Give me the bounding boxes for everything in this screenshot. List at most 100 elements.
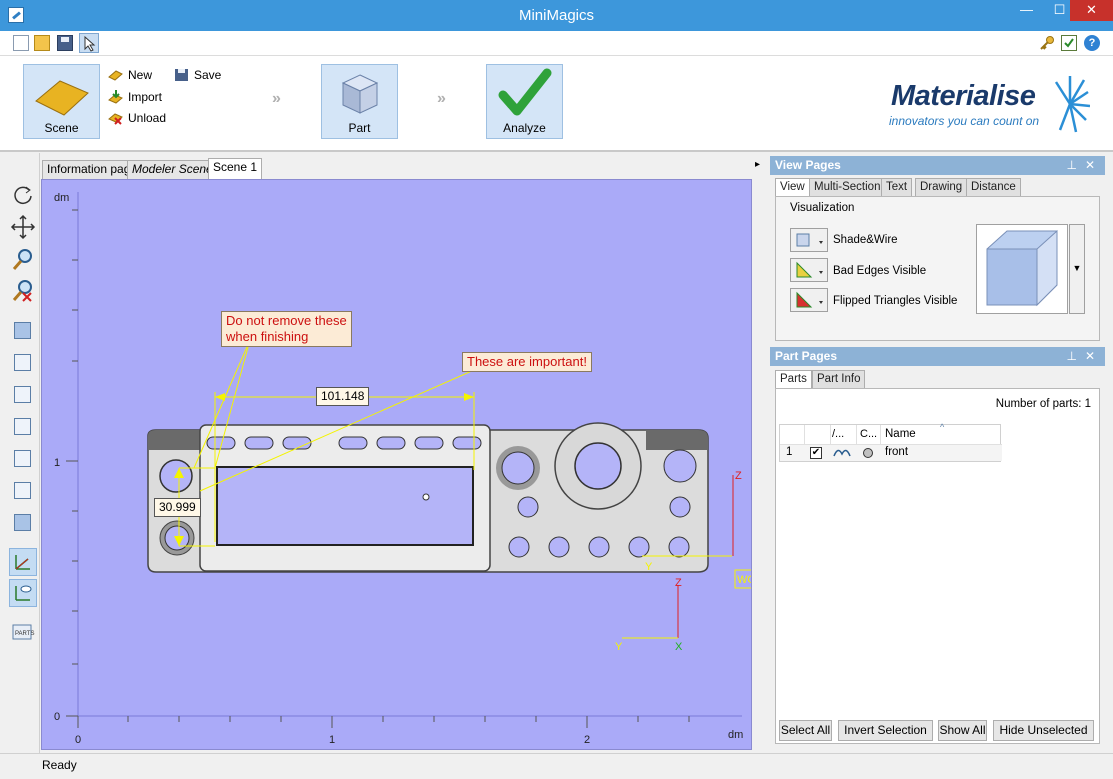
tab-text[interactable]: Text: [881, 178, 913, 196]
zoom-tool-button[interactable]: [9, 245, 37, 273]
tab-part-info[interactable]: Part Info: [812, 370, 866, 388]
annotation-text: Do not remove these: [226, 313, 347, 328]
panel-splitter[interactable]: ▸: [753, 153, 767, 753]
tab-distance[interactable]: Distance: [966, 178, 1021, 196]
import-button[interactable]: Import: [108, 88, 162, 106]
close-panel-icon[interactable]: ✕: [1085, 156, 1095, 175]
save-icon[interactable]: [57, 35, 73, 51]
part-front-model[interactable]: [147, 422, 709, 573]
visibility-checkbox[interactable]: ✔: [810, 447, 822, 459]
x-tick-label: 2: [584, 734, 590, 746]
view-left-button[interactable]: [9, 381, 37, 409]
tab-drawing[interactable]: Drawing: [915, 178, 968, 196]
view-top-button[interactable]: [9, 477, 37, 505]
materialise-logo: Materialise: [891, 80, 1036, 112]
hide-unselected-button[interactable]: Hide Unselected: [993, 720, 1094, 741]
tab-multi-section[interactable]: Multi-Section: [809, 178, 886, 196]
annotation-text: when finishing: [226, 329, 309, 344]
table-row[interactable]: 1 ✔ front: [780, 445, 1002, 461]
x-axis-ticks: [77, 716, 690, 728]
scene-canvas[interactable]: dm 1 0 0 1 2 dm Z Y W Z Y X: [42, 180, 752, 750]
tab-modeler-scene[interactable]: Modeler Scene: [127, 160, 218, 179]
zoom-fit-button[interactable]: [9, 277, 37, 305]
annotation-note-finishing[interactable]: Do not remove these when finishing: [221, 311, 352, 347]
parts-count: Number of parts: 1: [995, 398, 1091, 410]
status-bar: Ready: [0, 753, 1113, 779]
close-panel-icon[interactable]: ✕: [1085, 347, 1095, 366]
select-icon[interactable]: [79, 33, 99, 53]
view-cube-preview[interactable]: [976, 224, 1068, 314]
pan-tool-button[interactable]: [9, 213, 37, 241]
column-color[interactable]: C...: [860, 428, 877, 440]
zoom-fit-icon: [12, 280, 32, 302]
select-all-button[interactable]: Select All: [779, 720, 832, 741]
svg-text:Z: Z: [735, 470, 742, 482]
parts-view-button[interactable]: PARTS: [9, 619, 37, 647]
checklist-icon[interactable]: [1061, 35, 1077, 51]
scene-button[interactable]: Scene: [23, 64, 100, 139]
new-file-icon[interactable]: [13, 35, 29, 51]
part-color-swatch[interactable]: [863, 448, 873, 458]
view-perspective-button[interactable]: [9, 317, 37, 345]
cube-bottom-icon: [14, 514, 31, 531]
visualization-group: Visualization Shade&Wire Bad Edges Visib…: [775, 196, 1100, 341]
help-icon[interactable]: ?: [1084, 35, 1100, 51]
bad-edges-label: Bad Edges Visible: [833, 265, 927, 277]
part-button[interactable]: Part: [321, 64, 398, 139]
save-button[interactable]: Save: [174, 66, 221, 84]
minimize-button[interactable]: —: [1010, 0, 1043, 21]
invert-selection-button[interactable]: Invert Selection: [838, 720, 933, 741]
wcs-label: WC: [737, 574, 752, 586]
flipped-triangles-icon: [796, 291, 823, 308]
cube-view-icon: [14, 322, 31, 339]
view-back-button[interactable]: [9, 413, 37, 441]
shade-wire-button[interactable]: [790, 228, 828, 252]
view-right-button[interactable]: [9, 445, 37, 473]
view-dropdown-button[interactable]: ▼: [1069, 224, 1085, 314]
tab-parts[interactable]: Parts: [775, 370, 812, 388]
3d-viewport[interactable]: dm 1 0 0 1 2 dm Z Y W Z Y X Do not remov…: [41, 179, 752, 750]
svg-text:X: X: [675, 641, 683, 653]
rotate-tool-button[interactable]: [9, 181, 37, 209]
tab-view[interactable]: View: [775, 178, 810, 196]
part-pages-panel: Parts Part Info Number of parts: 1 /... …: [770, 366, 1105, 750]
unload-button[interactable]: Unload: [108, 109, 166, 127]
svg-text:Y: Y: [645, 561, 653, 573]
view-pages-panel: View Multi-Section Text Drawing Distance…: [770, 175, 1105, 345]
shade-wire-icon: [796, 233, 823, 247]
chevron-right-icon: »: [437, 90, 446, 107]
new-button[interactable]: New: [108, 66, 152, 84]
annotation-note-important[interactable]: These are important!: [462, 352, 592, 372]
splitter-arrow-icon: ▸: [755, 159, 761, 170]
pin-icon[interactable]: ⊥: [1067, 347, 1077, 366]
axis-toggle-button[interactable]: [9, 548, 37, 576]
open-folder-icon[interactable]: [34, 35, 50, 51]
column-visibility[interactable]: /...: [832, 428, 844, 440]
key-icon[interactable]: [1039, 35, 1055, 51]
dimension-label-height[interactable]: 30.999: [154, 498, 201, 517]
axis-view-button[interactable]: [9, 579, 37, 607]
x-tick-label: 0: [75, 734, 81, 746]
tab-scene-1[interactable]: Scene 1: [208, 158, 263, 179]
view-pages-header: View Pages ⊥ ✕: [770, 156, 1105, 175]
column-name[interactable]: Name: [885, 428, 916, 440]
cube-top-icon: [14, 482, 31, 499]
status-text: Ready: [42, 758, 77, 772]
window-title: MiniMagics: [518, 7, 594, 24]
bad-edges-button[interactable]: [790, 258, 828, 282]
view-toolbar: PARTS: [0, 153, 40, 753]
quick-access-toolbar: ?: [0, 31, 1113, 56]
part-name[interactable]: front: [885, 446, 908, 458]
analyze-button[interactable]: Analyze: [486, 64, 563, 139]
pin-icon[interactable]: ⊥: [1067, 156, 1077, 175]
visualization-label: Visualization: [790, 202, 855, 214]
ribbon: Scene New Save Import Unload » Part » An…: [0, 56, 1113, 152]
part-pages-header: Part Pages ⊥ ✕: [770, 347, 1105, 366]
flipped-triangles-button[interactable]: [790, 288, 828, 312]
close-button[interactable]: ✕: [1070, 0, 1113, 21]
dimension-label-width[interactable]: 101.148: [316, 387, 370, 406]
view-front-button[interactable]: [9, 349, 37, 377]
view-bottom-button[interactable]: [9, 509, 37, 537]
show-all-button[interactable]: Show All: [938, 720, 987, 741]
part-label: Part: [348, 121, 371, 135]
